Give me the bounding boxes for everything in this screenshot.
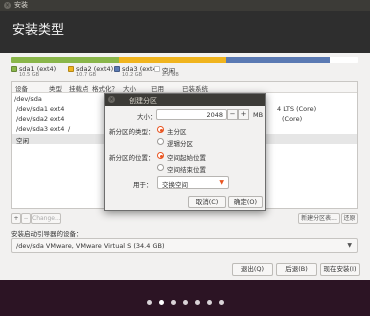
table-header: 设备 类型 挂载点 格式化？ 大小 已用 已装系统: [12, 82, 357, 93]
partition-type-label: 新分区的类型：: [109, 128, 155, 136]
radio-logical-label[interactable]: 逻辑分区: [167, 138, 193, 148]
legend-swatch: [11, 66, 17, 72]
chevron-down-icon: ▼: [347, 242, 352, 249]
install-now-button[interactable]: 现在安装(I): [320, 263, 360, 276]
progress-dot: [182, 300, 188, 305]
radio-location-start-label[interactable]: 空间起始位置: [167, 152, 206, 162]
add-partition-button[interactable]: +: [11, 213, 21, 224]
page-title: 安装类型: [12, 23, 65, 38]
progress-dot: [158, 300, 164, 305]
progress-dot: [170, 300, 176, 305]
cell-system: 4 LTS (Core): [277, 105, 317, 113]
progress-dot: [206, 300, 212, 305]
partition-bar-segment: [118, 57, 227, 63]
cell-device: /dev/sda: [14, 95, 42, 103]
cell-device: /dev/sda3: [16, 125, 48, 133]
revert-button[interactable]: 还原: [341, 213, 358, 224]
partition-bar-segment: [330, 57, 358, 63]
radio-primary[interactable]: [157, 126, 164, 133]
radio-logical[interactable]: [157, 138, 164, 145]
legend-size: 2.9 GB: [162, 72, 179, 78]
partition-bar: [11, 57, 358, 63]
legend-swatch: [114, 66, 120, 72]
cell-device: /dev/sda1: [16, 105, 48, 113]
use-as-select[interactable]: 交换空间 ▼: [157, 176, 229, 189]
size-label: 大小：: [137, 113, 157, 121]
dialog-close-icon[interactable]: ×: [108, 96, 115, 103]
progress-dot: [146, 300, 152, 305]
cell-mount: /: [68, 125, 71, 133]
cell-device: 空闲: [16, 137, 29, 145]
chevron-down-icon: ▼: [219, 179, 224, 186]
change-partition-button[interactable]: Change...: [31, 213, 61, 224]
boot-device-value: /dev/sda VMware, VMware Virtual S (34.4 …: [16, 242, 165, 250]
quit-button[interactable]: 退出(Q): [232, 263, 273, 276]
dialog-titlebar: × 创建分区: [105, 94, 265, 106]
ok-button[interactable]: 确定(O): [228, 196, 263, 208]
cell-system: (Core): [282, 115, 303, 123]
column-header[interactable]: 设备: [15, 83, 28, 93]
legend-size: 10.5 GB: [19, 72, 40, 78]
new-partition-table-button[interactable]: 新建分区表...: [298, 213, 340, 224]
remove-partition-button[interactable]: −: [21, 213, 31, 224]
create-partition-dialog: × 创建分区 大小： 2048 − + MB 新分区的类型： 主分区 逻辑分区 …: [104, 93, 266, 211]
radio-primary-label[interactable]: 主分区: [167, 126, 187, 136]
radio-location-end[interactable]: [157, 164, 164, 171]
column-header[interactable]: 大小: [123, 83, 136, 93]
column-header[interactable]: 格式化？: [92, 83, 118, 93]
use-as-value: 交换空间: [162, 181, 188, 189]
cancel-button[interactable]: 取消(C): [188, 196, 226, 208]
cell-type: ext4: [50, 115, 65, 123]
window-close-icon[interactable]: ×: [4, 2, 11, 9]
window-titlebar: × 安装: [0, 0, 370, 11]
partition-legend: sda1 (ext4) 10.5 GB sda2 (ext4) 10.7 GB …: [11, 65, 358, 79]
column-header[interactable]: 挂载点: [69, 83, 89, 93]
size-input[interactable]: 2048: [156, 109, 227, 120]
column-header[interactable]: 已装系统: [182, 83, 208, 93]
use-as-label: 用于：: [133, 181, 153, 189]
progress-dot: [194, 300, 200, 305]
footer: [0, 280, 370, 316]
cell-type: ext4: [50, 105, 65, 113]
radio-location-end-label[interactable]: 空间结束位置: [167, 164, 206, 174]
partition-bar-segment: [226, 57, 331, 63]
legend-swatch: [154, 66, 160, 72]
size-value: 2048: [206, 111, 223, 119]
radio-location-start[interactable]: [157, 152, 164, 159]
legend-size: 10.2 GB: [122, 72, 143, 78]
column-header[interactable]: 已用: [151, 83, 164, 93]
legend-size: 10.7 GB: [76, 72, 97, 78]
boot-device-select[interactable]: /dev/sda VMware, VMware Virtual S (34.4 …: [11, 238, 358, 253]
progress-dot: [218, 300, 224, 305]
legend-swatch: [68, 66, 74, 72]
boot-device-label: 安装启动引导器的设备：: [11, 230, 83, 238]
partition-location-label: 新分区的位置：: [109, 154, 155, 162]
page-header: 安装类型: [0, 11, 370, 53]
size-decrement-button[interactable]: −: [227, 109, 238, 120]
back-button[interactable]: 后退(B): [276, 263, 317, 276]
column-header[interactable]: 类型: [49, 83, 62, 93]
size-increment-button[interactable]: +: [238, 109, 249, 120]
size-unit: MB: [253, 111, 264, 119]
cell-type: ext4: [50, 125, 65, 133]
dialog-title: 创建分区: [129, 97, 157, 105]
partition-bar-segment: [11, 57, 119, 63]
cell-device: /dev/sda2: [16, 115, 48, 123]
window-title: 安装: [14, 1, 28, 9]
